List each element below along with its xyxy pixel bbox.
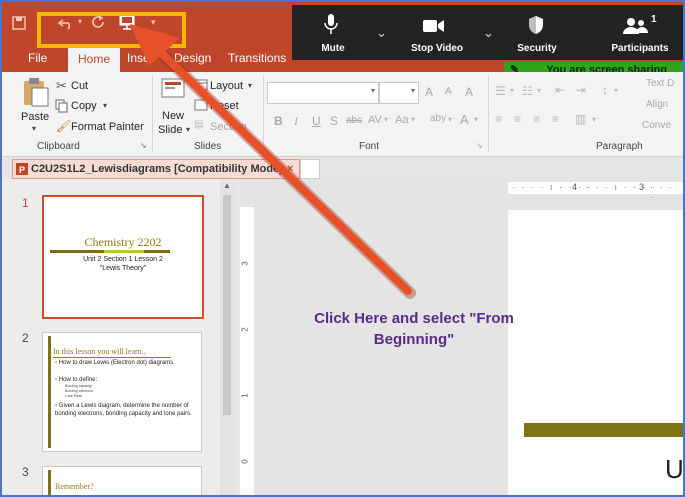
annotation-line-1: Click Here and select "From — [314, 310, 514, 327]
screenshot-frame: ▾ ▾ File Home Inse Design Transitions Mu… — [0, 0, 685, 497]
annotation-line-2: Beginning" — [373, 331, 455, 348]
annotation-instruction: Click Here and select "From Beginning" — [264, 308, 564, 350]
annotation-arrow — [130, 24, 416, 299]
